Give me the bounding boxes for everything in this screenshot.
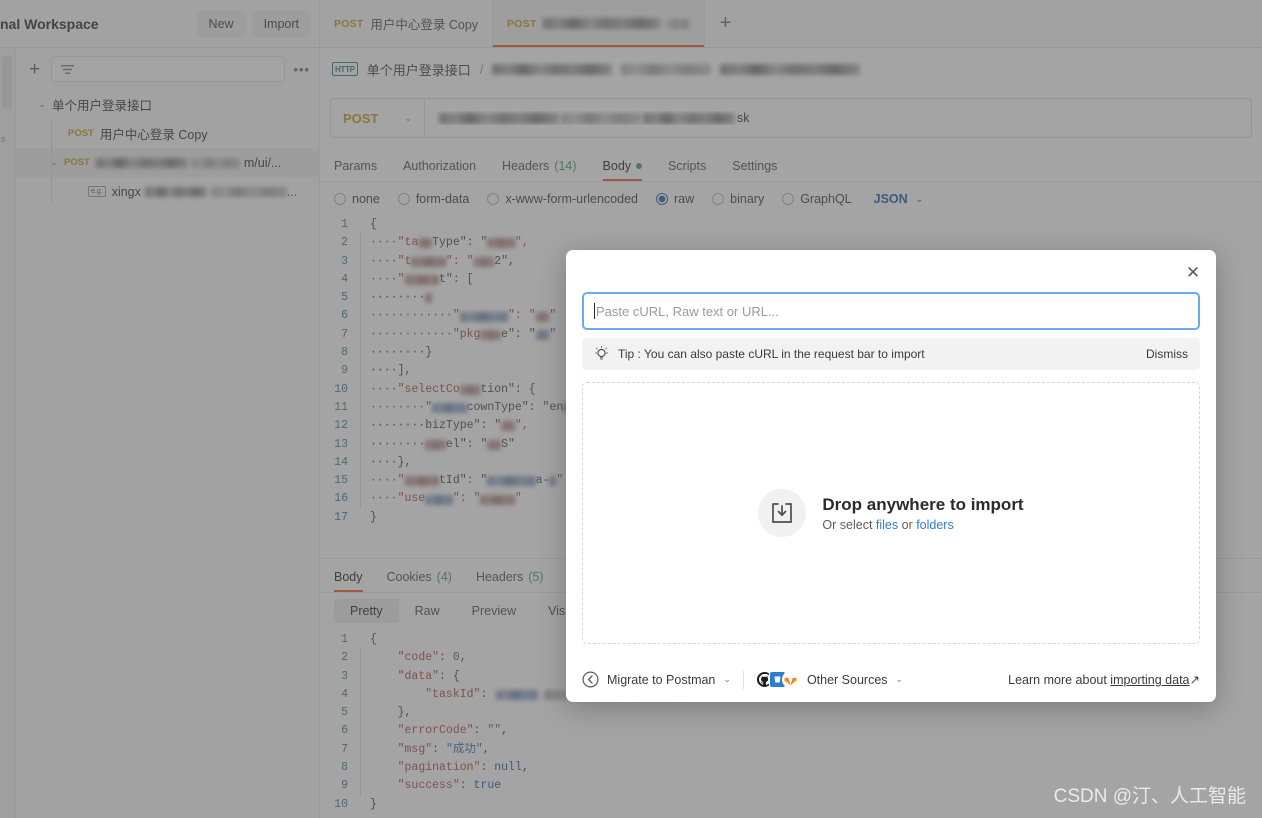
tip-banner: Tip : You can also paste cURL in the req… xyxy=(582,338,1200,370)
migrate-icon xyxy=(582,671,599,688)
download-into-box-icon xyxy=(758,489,806,537)
lightbulb-icon xyxy=(594,346,609,362)
other-sources-button[interactable]: Other Sources ⌄ xyxy=(756,671,903,688)
learn-prefix: Learn more about xyxy=(1008,673,1110,687)
footer-divider xyxy=(743,671,744,689)
import-modal-footer: Migrate to Postman ⌄ Other Sources ⌄ Lea… xyxy=(566,656,1216,702)
migrate-to-postman-button[interactable]: Migrate to Postman ⌄ xyxy=(582,671,731,688)
importing-data-link[interactable]: importing data xyxy=(1110,673,1189,687)
drop-subtitle: Or select files or folders xyxy=(822,518,1023,532)
external-link-icon: ↗ xyxy=(1190,673,1200,687)
drop-zone-text: Drop anywhere to import Or select files … xyxy=(822,495,1023,532)
other-sources-label: Other Sources xyxy=(807,673,888,687)
import-modal-body: Paste cURL, Raw text or URL... Tip : You… xyxy=(566,250,1216,656)
migrate-label: Migrate to Postman xyxy=(607,673,715,687)
learn-more: Learn more about importing data↗ xyxy=(1008,672,1200,687)
chevron-down-icon: ⌄ xyxy=(723,674,731,685)
select-folders-link[interactable]: folders xyxy=(916,518,954,532)
source-icons xyxy=(756,671,799,688)
gitlab-icon xyxy=(782,671,799,688)
drop-zone[interactable]: Drop anywhere to import Or select files … xyxy=(582,382,1200,644)
import-modal: ✕ Paste cURL, Raw text or URL... Tip : Y… xyxy=(566,250,1216,702)
postman-window: nal Workspace New Import POST 用户中心登录 Cop… xyxy=(0,0,1262,818)
drop-title: Drop anywhere to import xyxy=(822,495,1023,515)
close-icon[interactable]: ✕ xyxy=(1180,260,1206,286)
paste-input[interactable]: Paste cURL, Raw text or URL... xyxy=(582,292,1200,330)
drop-sub-prefix: Or select xyxy=(822,518,876,532)
tip-dismiss-button[interactable]: Dismiss xyxy=(1146,347,1188,361)
select-files-link[interactable]: files xyxy=(876,518,898,532)
text-caret xyxy=(594,303,595,319)
chevron-down-icon: ⌄ xyxy=(896,674,904,685)
drop-sub-mid: or xyxy=(898,518,916,532)
paste-placeholder: Paste cURL, Raw text or URL... xyxy=(596,304,779,319)
tip-text: Tip : You can also paste cURL in the req… xyxy=(618,347,925,361)
